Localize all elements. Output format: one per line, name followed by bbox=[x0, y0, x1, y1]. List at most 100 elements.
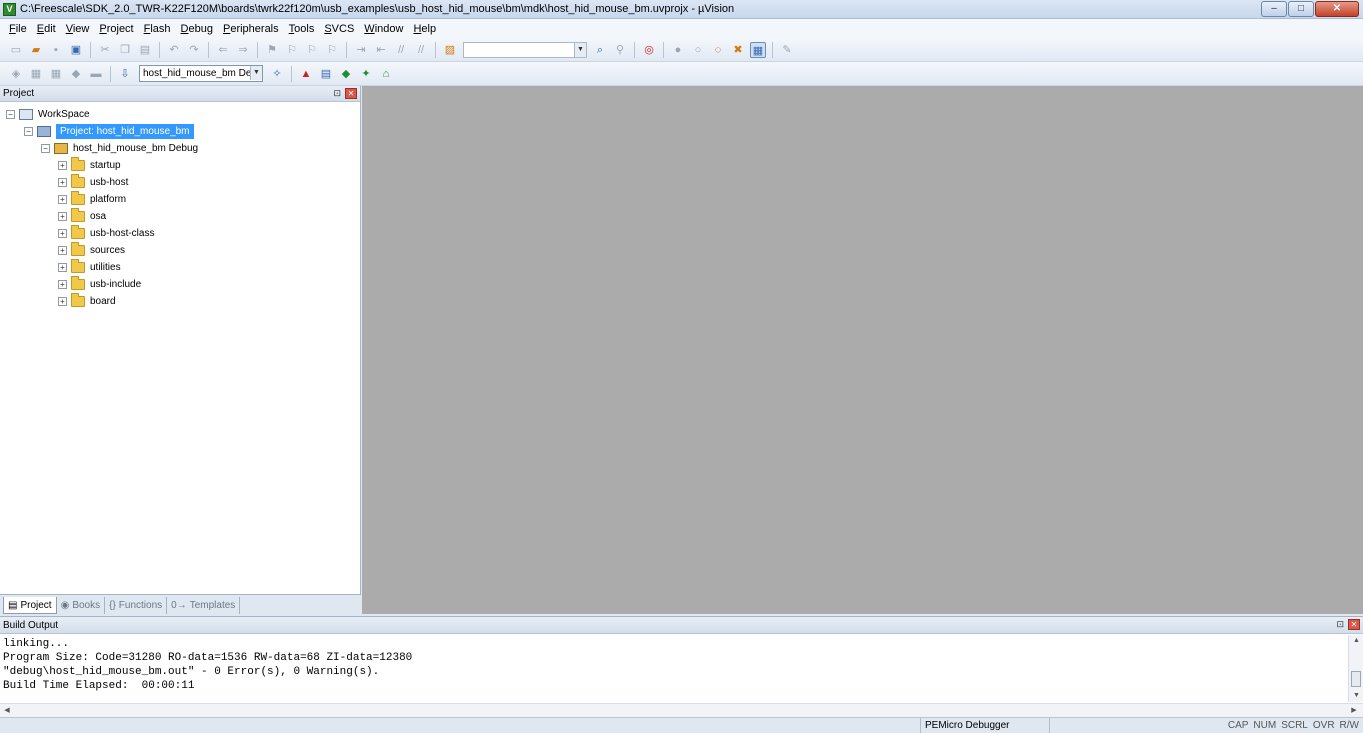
expand-icon[interactable]: + bbox=[58, 211, 67, 221]
chevron-down-icon[interactable]: ▼ bbox=[250, 66, 262, 80]
next-bookmark-icon[interactable]: ⚐ bbox=[304, 42, 320, 58]
tree-group-platform[interactable]: + platform bbox=[58, 190, 126, 207]
menu-flash[interactable]: Flash bbox=[139, 23, 176, 35]
menu-help[interactable]: Help bbox=[408, 23, 441, 35]
tab-project[interactable]: ▤ Project bbox=[3, 597, 57, 614]
unindent-icon[interactable]: ⇤ bbox=[373, 42, 389, 58]
scroll-right-icon[interactable]: ▶ bbox=[1347, 704, 1361, 717]
stop-build-icon[interactable]: ▬ bbox=[88, 66, 104, 82]
tree-group-utilities[interactable]: + utilities bbox=[58, 258, 121, 275]
expand-icon[interactable]: + bbox=[58, 177, 67, 187]
save-all-icon[interactable]: ▣ bbox=[68, 42, 84, 58]
translate-icon[interactable]: ◈ bbox=[8, 66, 24, 82]
chevron-down-icon[interactable]: ▼ bbox=[574, 42, 586, 57]
close-panel-icon[interactable]: ✕ bbox=[345, 88, 357, 99]
build-output-text[interactable]: linking... Program Size: Code=31280 RO-da… bbox=[3, 637, 412, 693]
menu-window[interactable]: Window bbox=[359, 23, 408, 35]
kill-breakpoints-icon[interactable]: ✖ bbox=[730, 42, 746, 58]
rebuild-icon[interactable]: ▦ bbox=[48, 66, 64, 82]
menu-project[interactable]: Project bbox=[94, 23, 138, 35]
tab-functions[interactable]: {} Functions bbox=[105, 597, 168, 614]
scroll-up-icon[interactable]: ▲ bbox=[1349, 635, 1363, 647]
maximize-button[interactable]: □ bbox=[1288, 1, 1314, 17]
manage-project-items-icon[interactable]: ▲ bbox=[298, 66, 314, 82]
menu-tools[interactable]: Tools bbox=[284, 23, 320, 35]
menu-peripherals[interactable]: Peripherals bbox=[218, 23, 284, 35]
scroll-down-icon[interactable]: ▼ bbox=[1349, 690, 1363, 702]
disable-breakpoints-icon[interactable]: ◌ bbox=[710, 42, 726, 58]
pin-icon[interactable]: ⊡ bbox=[333, 88, 341, 99]
expand-icon[interactable]: + bbox=[58, 279, 67, 289]
tab-templates[interactable]: 0→ Templates bbox=[167, 597, 241, 614]
tree-group-usb-include[interactable]: + usb-include bbox=[58, 275, 141, 292]
undo-icon[interactable]: ↶ bbox=[166, 42, 182, 58]
minimize-button[interactable]: – bbox=[1261, 1, 1287, 17]
menu-svcs[interactable]: SVCS bbox=[319, 23, 359, 35]
clear-bookmarks-icon[interactable]: ⚐ bbox=[324, 42, 340, 58]
menu-file[interactable]: File bbox=[4, 23, 32, 35]
collapse-icon[interactable]: − bbox=[41, 143, 50, 153]
insert-bookmark-icon[interactable]: ⚑ bbox=[264, 42, 280, 58]
pack-installer-icon[interactable]: ✦ bbox=[358, 66, 374, 82]
close-button[interactable]: ✕ bbox=[1315, 1, 1359, 17]
navigate-back-icon[interactable]: ⇐ bbox=[215, 42, 231, 58]
insert-breakpoint-icon[interactable]: ● bbox=[670, 42, 686, 58]
save-icon[interactable]: ▪ bbox=[48, 42, 64, 58]
editor-area[interactable] bbox=[362, 86, 1363, 614]
uncomment-icon[interactable]: // bbox=[413, 42, 429, 58]
window-layout-icon[interactable]: ▦ bbox=[750, 41, 766, 58]
scroll-left-icon[interactable]: ◀ bbox=[0, 704, 14, 717]
tab-books[interactable]: ◉ Books bbox=[57, 597, 106, 614]
previous-bookmark-icon[interactable]: ⚐ bbox=[284, 42, 300, 58]
expand-icon[interactable]: + bbox=[58, 296, 67, 306]
new-file-icon[interactable]: ▭ bbox=[8, 42, 24, 58]
copy-icon[interactable]: ❐ bbox=[117, 42, 133, 58]
tree-group-osa[interactable]: + osa bbox=[58, 207, 106, 224]
scroll-thumb[interactable] bbox=[1351, 671, 1361, 687]
find-in-files-icon[interactable]: ▨ bbox=[442, 42, 458, 58]
tree-group-sources[interactable]: + sources bbox=[58, 241, 125, 258]
expand-icon[interactable]: + bbox=[58, 228, 67, 238]
expand-icon[interactable]: + bbox=[58, 160, 67, 170]
horizontal-scrollbar[interactable]: ◀ ▶ bbox=[0, 703, 1363, 717]
incremental-find-icon[interactable]: ⚲ bbox=[612, 42, 628, 58]
target-options-icon[interactable]: ✧ bbox=[269, 66, 285, 82]
tree-group-board[interactable]: + board bbox=[58, 292, 116, 309]
tree-group-usb-host-class[interactable]: + usb-host-class bbox=[58, 224, 154, 241]
pin-icon[interactable]: ⊡ bbox=[1336, 619, 1344, 630]
paste-icon[interactable]: ▤ bbox=[137, 42, 153, 58]
close-panel-icon[interactable]: ✕ bbox=[1348, 619, 1360, 630]
build-icon[interactable]: ▦ bbox=[28, 66, 44, 82]
comment-icon[interactable]: // bbox=[393, 42, 409, 58]
configure-wrench-icon[interactable]: ✎ bbox=[779, 42, 795, 58]
cut-icon[interactable]: ✂ bbox=[97, 42, 113, 58]
tree-node-workspace[interactable]: − WorkSpace bbox=[6, 106, 90, 122]
uvision-app-icon[interactable]: V bbox=[3, 2, 16, 16]
menu-edit[interactable]: Edit bbox=[32, 23, 61, 35]
enable-breakpoint-icon[interactable]: ○ bbox=[690, 42, 706, 58]
select-packs-icon[interactable]: ▤ bbox=[318, 66, 334, 82]
redo-icon[interactable]: ↷ bbox=[186, 42, 202, 58]
target-select[interactable]: host_hid_mouse_bm Debug ▼ bbox=[139, 65, 263, 82]
debug-session-icon[interactable]: ◎ bbox=[641, 42, 657, 58]
collapse-icon[interactable]: − bbox=[6, 109, 15, 119]
vertical-scrollbar[interactable]: ▲ ▼ bbox=[1348, 635, 1363, 702]
navigate-forward-icon[interactable]: ⇒ bbox=[235, 42, 251, 58]
tree-node-target[interactable]: − host_hid_mouse_bm Debug bbox=[41, 140, 198, 156]
find-combo[interactable]: ▼ bbox=[463, 41, 587, 58]
expand-icon[interactable]: + bbox=[58, 262, 67, 272]
indent-icon[interactable]: ⇥ bbox=[353, 42, 369, 58]
find-icon[interactable]: ⌕ bbox=[592, 42, 608, 58]
tree-group-startup[interactable]: + startup bbox=[58, 156, 121, 173]
tree-group-usb-host[interactable]: + usb-host bbox=[58, 173, 128, 190]
tree-node-project[interactable]: − Project: host_hid_mouse_bm bbox=[24, 123, 194, 139]
menu-view[interactable]: View bbox=[61, 23, 95, 35]
manage-components-icon[interactable]: ◆ bbox=[338, 66, 354, 82]
expand-icon[interactable]: + bbox=[58, 245, 67, 255]
open-file-icon[interactable]: ▰ bbox=[28, 42, 44, 58]
collapse-icon[interactable]: − bbox=[24, 126, 33, 136]
menu-debug[interactable]: Debug bbox=[176, 23, 218, 35]
expand-icon[interactable]: + bbox=[58, 194, 67, 204]
download-icon[interactable]: ⇩ bbox=[117, 66, 133, 82]
run-time-environment-icon[interactable]: ⌂ bbox=[378, 66, 394, 82]
